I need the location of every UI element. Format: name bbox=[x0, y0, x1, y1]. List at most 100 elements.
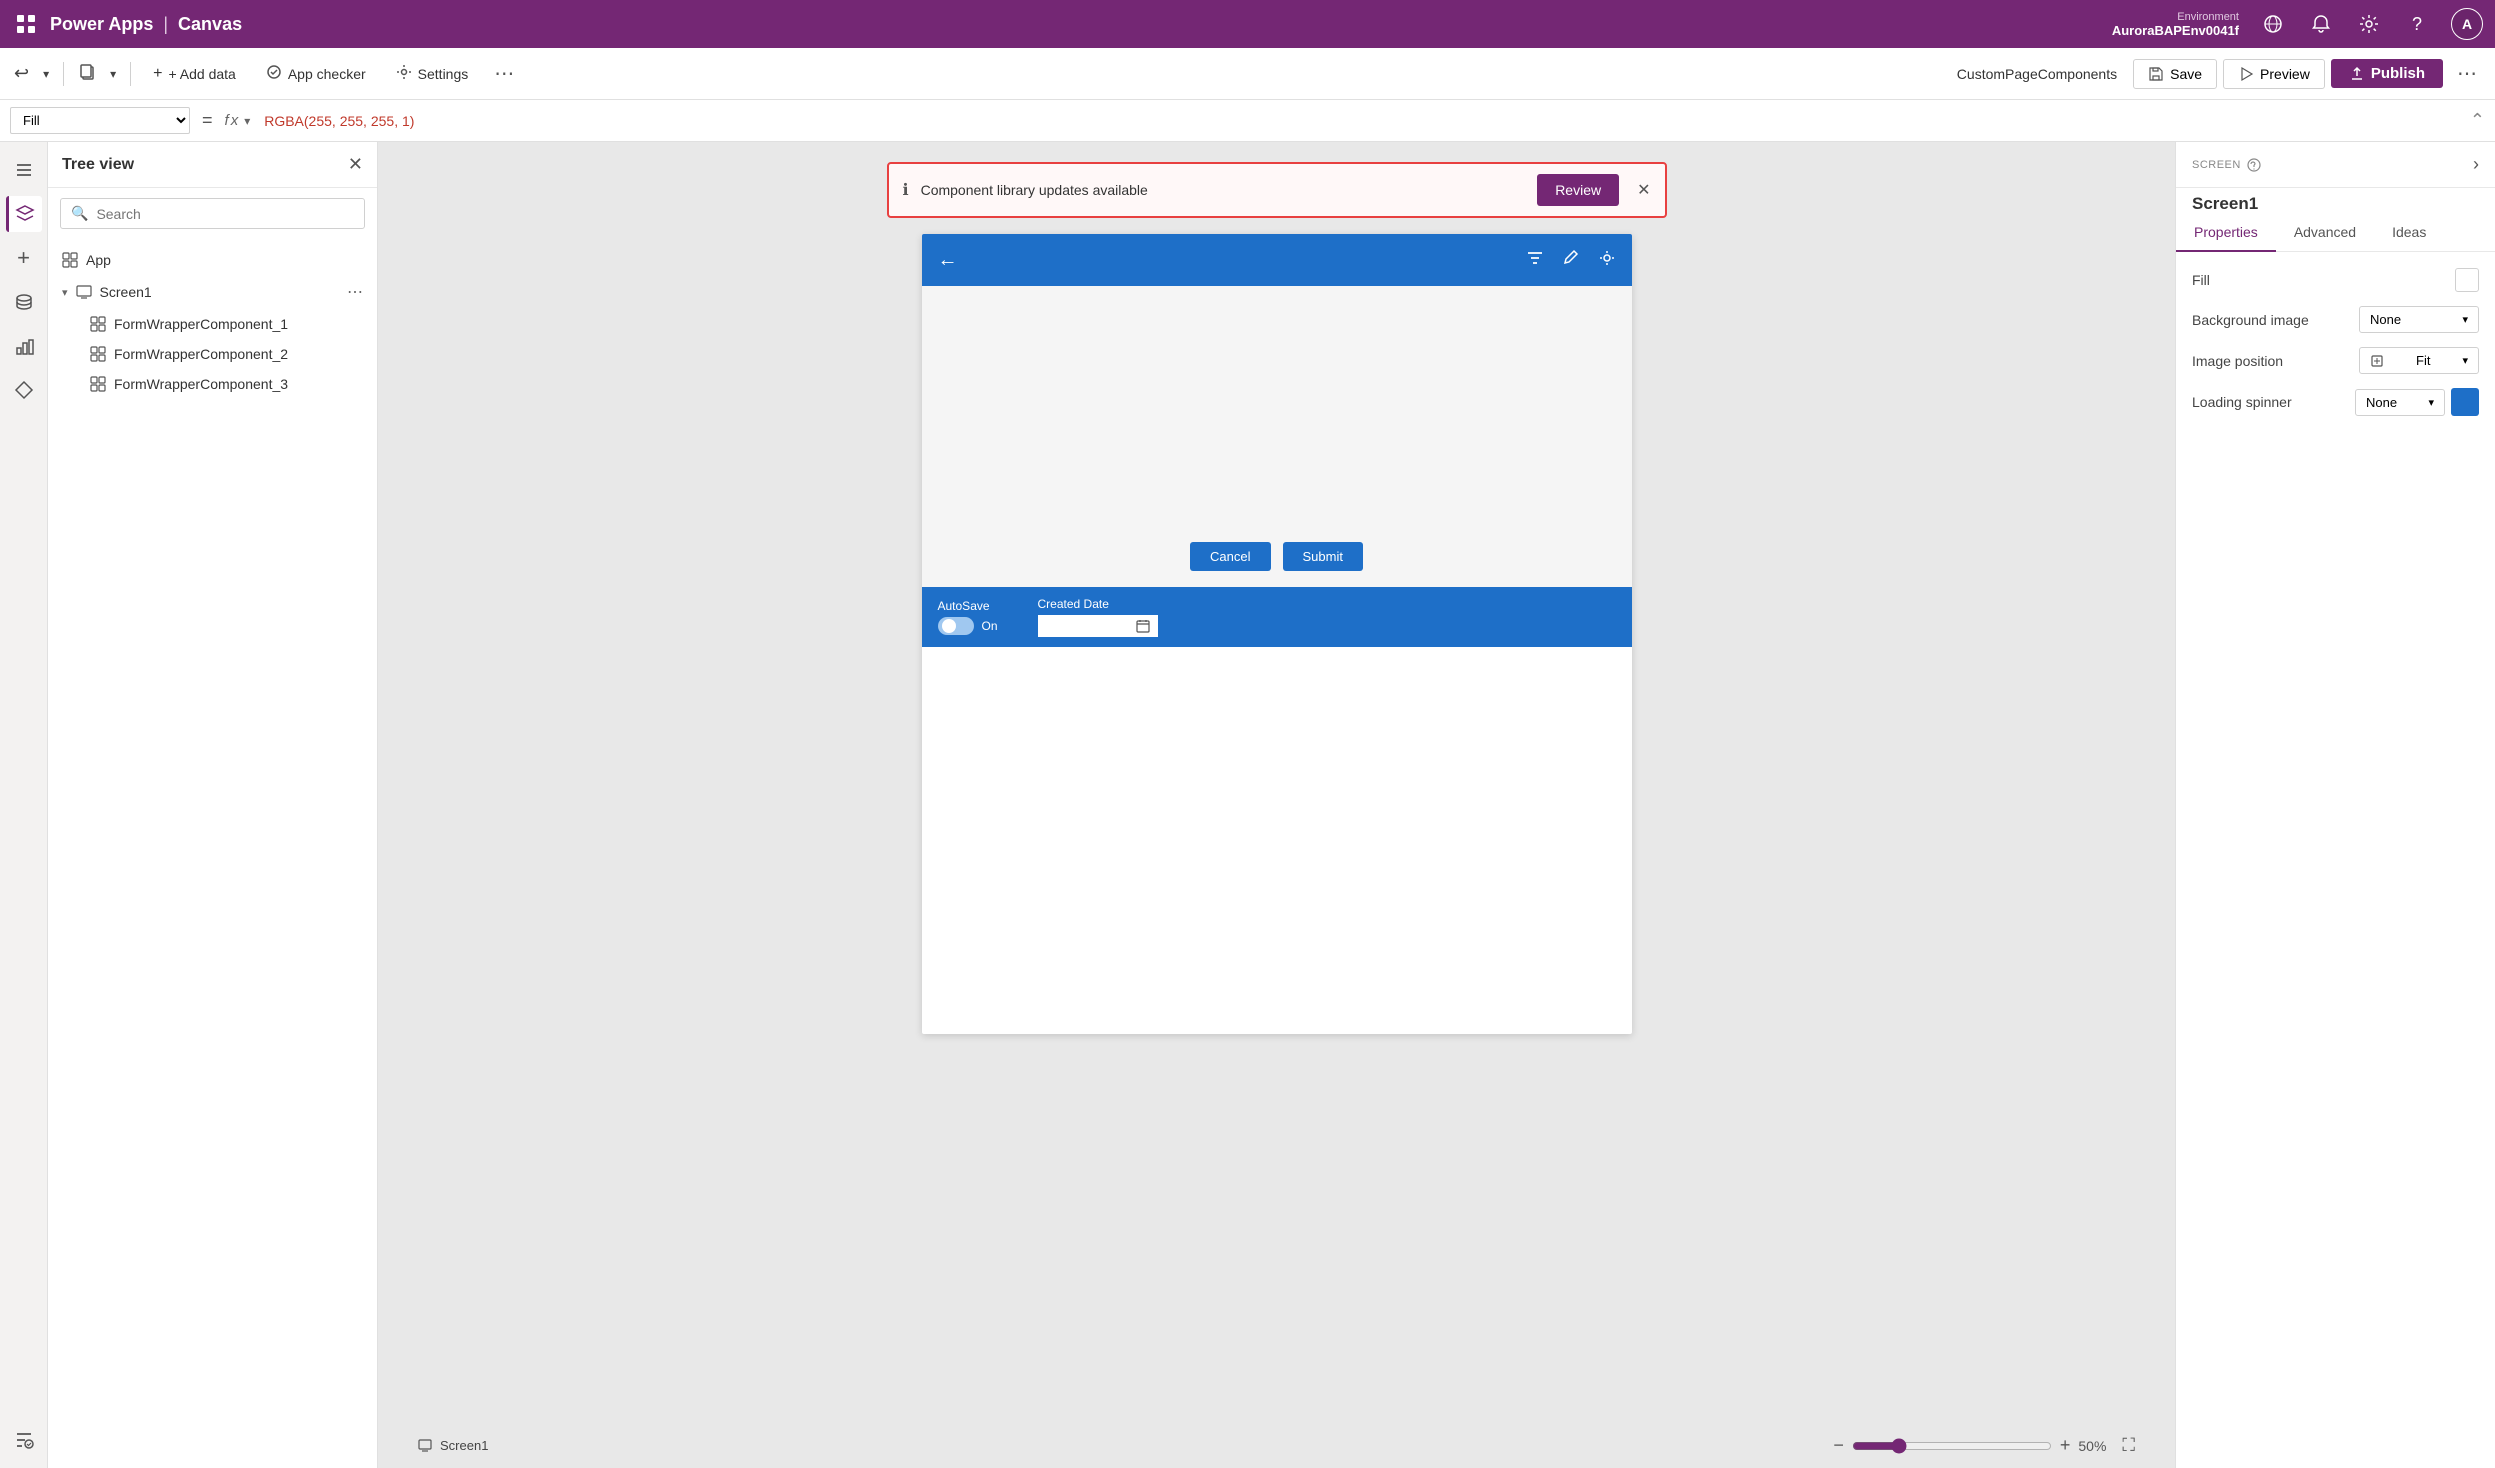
filter-icon[interactable] bbox=[1526, 249, 1544, 272]
fill-color-swatch[interactable] bbox=[2455, 268, 2479, 292]
app-checker-button[interactable]: App checker bbox=[254, 58, 378, 89]
formula-input[interactable] bbox=[256, 109, 2460, 133]
loading-spinner-color[interactable] bbox=[2451, 388, 2479, 416]
data-icon[interactable] bbox=[6, 284, 42, 320]
notification-icon[interactable] bbox=[2307, 10, 2335, 38]
save-label: Save bbox=[2170, 66, 2202, 82]
topbar-left: Power Apps | Canvas bbox=[12, 10, 242, 38]
toggle-switch[interactable] bbox=[938, 617, 974, 635]
screen1-chevron: ▾ bbox=[62, 286, 68, 299]
toolbar-right-more[interactable]: ⋯ bbox=[2449, 57, 2485, 90]
tab-ideas[interactable]: Ideas bbox=[2374, 214, 2444, 252]
undo-chevron[interactable]: ▾ bbox=[39, 63, 53, 85]
tree-item-fwc2[interactable]: FormWrapperComponent_2 bbox=[76, 339, 377, 369]
publish-button[interactable]: Publish bbox=[2331, 59, 2443, 88]
toolbar-right: CustomPageComponents Save Preview Publis… bbox=[1957, 57, 2485, 90]
zoom-controls: − + 50% ⛶ bbox=[1833, 1435, 2135, 1456]
layers-icon[interactable] bbox=[6, 196, 42, 232]
autosave-label: AutoSave bbox=[938, 599, 998, 613]
calendar-icon bbox=[1136, 619, 1150, 633]
background-image-select[interactable]: None ▾ bbox=[2359, 306, 2479, 333]
loading-spinner-select[interactable]: None ▾ bbox=[2355, 389, 2445, 416]
banner-close-button[interactable]: ✕ bbox=[1637, 180, 1650, 200]
canvas-footer: Screen1 − + 50% ⛶ bbox=[378, 1435, 2175, 1456]
tree-item-app[interactable]: App bbox=[48, 245, 377, 275]
fx-label: fx ▾ bbox=[225, 112, 251, 129]
panel-expand-button[interactable]: › bbox=[2473, 154, 2479, 175]
fullscreen-icon[interactable]: ⛶ bbox=[2122, 1435, 2135, 1456]
background-image-value: None bbox=[2370, 312, 2401, 327]
created-date-field: Created Date bbox=[1038, 597, 1158, 637]
tree-close-button[interactable]: ✕ bbox=[348, 154, 363, 175]
add-data-label: + Add data bbox=[169, 66, 236, 82]
toggle-knob bbox=[942, 619, 956, 633]
panel-tabs: Properties Advanced Ideas bbox=[2176, 214, 2495, 252]
date-input[interactable] bbox=[1038, 615, 1158, 637]
image-position-select[interactable]: Fit ▾ bbox=[2359, 347, 2479, 374]
fwc1-label: FormWrapperComponent_1 bbox=[114, 316, 363, 332]
autosave-field: AutoSave On bbox=[938, 599, 998, 635]
canvas-bottom-space bbox=[922, 647, 1632, 847]
form-back-button[interactable]: ← bbox=[938, 249, 958, 272]
save-button[interactable]: Save bbox=[2133, 59, 2217, 89]
preview-button[interactable]: Preview bbox=[2223, 59, 2325, 89]
fwc2-label: FormWrapperComponent_2 bbox=[114, 346, 363, 362]
loading-spinner-label: Loading spinner bbox=[2192, 394, 2292, 410]
paste-chevron[interactable]: ▾ bbox=[106, 63, 120, 85]
variables-icon[interactable] bbox=[6, 1422, 42, 1458]
panel-screen-name: Screen1 bbox=[2176, 188, 2495, 214]
tree-item-fwc1[interactable]: FormWrapperComponent_1 bbox=[76, 309, 377, 339]
app-checker-label: App checker bbox=[288, 66, 366, 82]
environment-info: Environment AuroraBAPEnv0041f bbox=[2112, 11, 2239, 38]
tree-search-input[interactable] bbox=[96, 206, 354, 222]
chevron-formula[interactable]: ▾ bbox=[244, 114, 250, 128]
tree-app-label: App bbox=[86, 252, 363, 268]
zoom-out-button[interactable]: − bbox=[1833, 1435, 1844, 1456]
tree-panel: Tree view ✕ 🔍 App ▾ Screen1 ⋯ FormWra bbox=[48, 142, 378, 1468]
screen-canvas: ← Cancel Submit bbox=[922, 234, 1632, 1034]
fill-control bbox=[2455, 268, 2479, 292]
screen-footer-label: Screen1 bbox=[418, 1438, 488, 1453]
gear-icon[interactable] bbox=[1598, 249, 1616, 272]
review-button[interactable]: Review bbox=[1537, 174, 1619, 206]
loading-spinner-control: None ▾ bbox=[2355, 388, 2479, 416]
tree-header: Tree view ✕ bbox=[48, 142, 377, 188]
add-icon[interactable]: + bbox=[6, 240, 42, 276]
settings-button[interactable]: Settings bbox=[384, 58, 481, 89]
property-select[interactable]: Fill bbox=[10, 107, 190, 134]
avatar[interactable]: A bbox=[2451, 8, 2483, 40]
cancel-button[interactable]: Cancel bbox=[1190, 542, 1270, 571]
add-data-button[interactable]: + + Add data bbox=[141, 59, 248, 89]
chart-icon[interactable] bbox=[6, 328, 42, 364]
zoom-in-button[interactable]: + bbox=[2060, 1435, 2071, 1456]
component3-icon bbox=[90, 376, 106, 392]
autosave-toggle[interactable]: On bbox=[938, 617, 998, 635]
toolbar-divider-2 bbox=[130, 62, 131, 86]
tree-item-screen1[interactable]: ▾ Screen1 ⋯ bbox=[48, 275, 377, 309]
image-position-value: Fit bbox=[2416, 353, 2430, 368]
tab-properties[interactable]: Properties bbox=[2176, 214, 2276, 252]
screen-section-text: SCREEN bbox=[2192, 159, 2241, 171]
formula-chevron-right[interactable]: ⌃ bbox=[2470, 110, 2485, 131]
title-separator: | bbox=[163, 14, 168, 35]
help-icon[interactable]: ? bbox=[2403, 10, 2431, 38]
section-help-icon[interactable] bbox=[2247, 158, 2261, 172]
undo-button[interactable]: ↩ bbox=[10, 59, 33, 88]
zoom-slider[interactable] bbox=[1852, 1438, 2052, 1454]
component-icon[interactable] bbox=[6, 372, 42, 408]
toolbar: ↩ ▾ ▾ + + Add data App checker Settings … bbox=[0, 48, 2495, 100]
toolbar-more-button[interactable]: ⋯ bbox=[486, 57, 522, 90]
tree-item-fwc3[interactable]: FormWrapperComponent_3 bbox=[76, 369, 377, 399]
environment-icon[interactable] bbox=[2259, 10, 2287, 38]
background-image-label: Background image bbox=[2192, 312, 2309, 328]
settings-icon[interactable] bbox=[2355, 10, 2383, 38]
form-header-icons bbox=[1526, 249, 1616, 272]
edit-icon[interactable] bbox=[1562, 249, 1580, 272]
tab-advanced[interactable]: Advanced bbox=[2276, 214, 2374, 252]
menu-icon[interactable] bbox=[6, 152, 42, 188]
submit-button[interactable]: Submit bbox=[1283, 542, 1363, 571]
apps-grid-icon[interactable] bbox=[12, 10, 40, 38]
add-data-icon: + bbox=[153, 65, 162, 83]
copy-button[interactable] bbox=[74, 58, 100, 89]
screen1-more[interactable]: ⋯ bbox=[347, 282, 363, 302]
